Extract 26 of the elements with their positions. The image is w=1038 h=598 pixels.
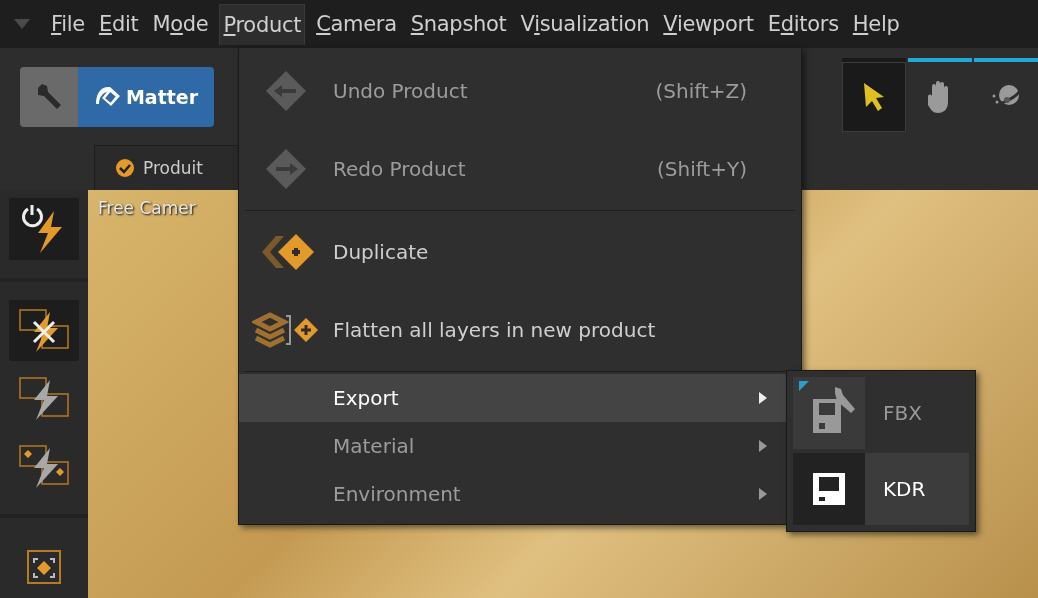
- menu-item[interactable]: Product: [219, 3, 306, 45]
- menu-item[interactable]: File: [48, 4, 88, 44]
- matter-button[interactable]: Matter: [78, 66, 214, 127]
- menu-item[interactable]: Editors: [764, 4, 842, 44]
- submenu-arrow-icon: [759, 488, 767, 500]
- menu-entry[interactable]: Duplicate: [239, 213, 801, 291]
- focus-frame-icon: [24, 549, 64, 586]
- menu-item[interactable]: Mode: [149, 4, 212, 44]
- tab-label: Produit: [143, 158, 203, 178]
- menu-item[interactable]: Camera: [313, 4, 400, 44]
- menu-item[interactable]: Viewport: [660, 4, 757, 44]
- export-format-item[interactable]: KDR: [793, 453, 969, 525]
- bolt-window-button[interactable]: [9, 299, 79, 362]
- wrench-button[interactable]: [20, 66, 78, 127]
- menu-item[interactable]: Visualization: [517, 4, 653, 44]
- submenu-arrow-icon: [759, 440, 767, 452]
- pointer-tool[interactable]: [842, 58, 906, 132]
- camera-label: Free Camer: [98, 198, 196, 218]
- power-bolt-button[interactable]: [9, 198, 79, 260]
- menu-item[interactable]: Snapshot: [407, 4, 510, 44]
- diamond-arrow-icon: [264, 147, 308, 191]
- submenu-arrow-icon: [759, 392, 767, 404]
- menu-entry[interactable]: Flatten all layers in new product: [239, 291, 801, 369]
- diamond-arrow-icon: [264, 69, 308, 113]
- menu-item[interactable]: Edit: [95, 4, 142, 44]
- menu-item[interactable]: Help: [849, 4, 903, 44]
